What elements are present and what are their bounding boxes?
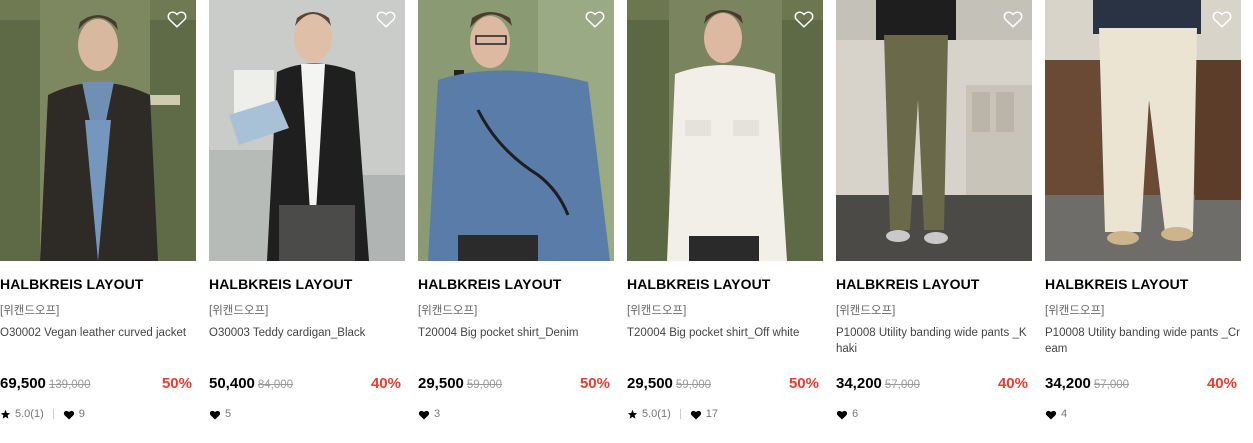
brand-name[interactable]: HALBKREIS LAYOUT xyxy=(1045,276,1188,292)
likes: 4 xyxy=(1045,408,1067,420)
product-name[interactable]: P10008 Utility banding wide pants _Cream xyxy=(1045,325,1241,357)
heart-filled-icon xyxy=(1045,410,1057,419)
product-card[interactable]: HALBKREIS LAYOUT [위캔드오프] O30003 Teddy ca… xyxy=(209,0,405,443)
original-price: 59,000 xyxy=(466,379,503,391)
promo-tag: [위캔드오프] xyxy=(0,305,60,317)
heart-filled-icon xyxy=(836,410,848,419)
heart-filled-icon xyxy=(209,410,221,419)
likes: 5 xyxy=(209,408,231,420)
sale-price: 29,500 xyxy=(418,375,464,392)
product-meta: 5 xyxy=(209,408,231,420)
product-image[interactable] xyxy=(0,0,196,261)
promo-tag: [위캔드오프] xyxy=(627,305,687,317)
rating: 5.0(1) xyxy=(627,408,671,420)
product-card[interactable]: HALBKREIS LAYOUT [위캔드오프] P10008 Utility … xyxy=(836,0,1032,443)
product-card[interactable]: HALBKREIS LAYOUT [위캔드오프] P10008 Utility … xyxy=(1045,0,1241,443)
price-block: 29,500 59,000 xyxy=(627,375,711,392)
product-meta: 4 xyxy=(1045,408,1067,420)
wishlist-heart-icon[interactable] xyxy=(166,8,188,30)
wishlist-heart-icon[interactable] xyxy=(1002,8,1024,30)
original-price: 57,000 xyxy=(884,379,921,391)
original-price: 84,000 xyxy=(257,379,294,391)
promo-tag: [위캔드오프] xyxy=(836,305,896,317)
product-photo xyxy=(627,0,823,261)
product-meta: 5.0(1) 9 xyxy=(0,408,85,420)
price-block: 69,500 139,000 xyxy=(0,375,90,392)
discount-rate: 50% xyxy=(579,375,610,392)
brand-name[interactable]: HALBKREIS LAYOUT xyxy=(627,276,770,292)
meta-divider xyxy=(52,409,54,419)
product-name[interactable]: O30003 Teddy cardigan_Black xyxy=(209,325,405,341)
product-photo xyxy=(418,0,614,261)
product-image[interactable] xyxy=(836,0,1032,261)
product-name[interactable]: P10008 Utility banding wide pants _Khaki xyxy=(836,325,1032,357)
likes-count: 3 xyxy=(434,408,441,420)
likes: 9 xyxy=(63,408,85,420)
product-image[interactable] xyxy=(418,0,614,261)
sale-price: 69,500 xyxy=(0,375,46,392)
product-card[interactable]: HALBKREIS LAYOUT [위캔드오프] O30002 Vegan le… xyxy=(0,0,196,443)
product-card[interactable]: HALBKREIS LAYOUT [위캔드오프] T20004 Big pock… xyxy=(418,0,614,443)
brand-name[interactable]: HALBKREIS LAYOUT xyxy=(836,276,979,292)
wishlist-heart-icon[interactable] xyxy=(793,8,815,30)
product-name[interactable]: T20004 Big pocket shirt_Denim xyxy=(418,325,614,341)
discount-rate: 40% xyxy=(1206,375,1237,392)
star-icon xyxy=(0,409,11,419)
promo-tag: [위캔드오프] xyxy=(1045,305,1105,317)
price-block: 50,400 84,000 xyxy=(209,375,293,392)
likes: 3 xyxy=(418,408,440,420)
product-photo xyxy=(1045,0,1241,261)
discount-rate: 40% xyxy=(370,375,401,392)
price-block: 34,200 57,000 xyxy=(836,375,920,392)
original-price: 139,000 xyxy=(48,379,91,391)
sale-price: 34,200 xyxy=(836,375,882,392)
product-photo xyxy=(209,0,405,261)
meta-divider xyxy=(679,409,681,419)
wishlist-heart-icon[interactable] xyxy=(584,8,606,30)
discount-rate: 40% xyxy=(997,375,1028,392)
heart-filled-icon xyxy=(690,410,701,419)
rating: 5.0(1) xyxy=(0,408,44,420)
sale-price: 50,400 xyxy=(209,375,255,392)
brand-name[interactable]: HALBKREIS LAYOUT xyxy=(209,276,352,292)
price-block: 34,200 57,000 xyxy=(1045,375,1129,392)
rating-value: 5.0(1) xyxy=(15,408,44,420)
sale-price: 34,200 xyxy=(1045,375,1091,392)
wishlist-heart-icon[interactable] xyxy=(1211,8,1233,30)
product-card[interactable]: HALBKREIS LAYOUT [위캔드오프] T20004 Big pock… xyxy=(627,0,823,443)
promo-tag: [위캔드오프] xyxy=(209,305,269,317)
brand-name[interactable]: HALBKREIS LAYOUT xyxy=(418,276,561,292)
likes-count: 6 xyxy=(852,408,859,420)
price-block: 29,500 59,000 xyxy=(418,375,502,392)
likes: 6 xyxy=(836,408,858,420)
likes-count: 9 xyxy=(78,408,85,420)
heart-filled-icon xyxy=(63,410,74,419)
promo-tag: [위캔드오프] xyxy=(418,305,478,317)
product-name[interactable]: O30002 Vegan leather curved jacket xyxy=(0,325,196,341)
discount-rate: 50% xyxy=(161,375,192,392)
product-image[interactable] xyxy=(209,0,405,261)
product-image[interactable] xyxy=(1045,0,1241,261)
product-photo xyxy=(0,0,196,261)
product-meta: 5.0(1) 17 xyxy=(627,408,718,420)
likes-count: 5 xyxy=(225,408,232,420)
sale-price: 29,500 xyxy=(627,375,673,392)
likes-count: 4 xyxy=(1061,408,1068,420)
discount-rate: 50% xyxy=(788,375,819,392)
likes: 17 xyxy=(690,408,718,420)
product-grid: HALBKREIS LAYOUT [위캔드오프] O30002 Vegan le… xyxy=(0,0,1253,443)
likes-count: 17 xyxy=(705,408,718,420)
product-photo xyxy=(836,0,1032,261)
product-name[interactable]: T20004 Big pocket shirt_Off white xyxy=(627,325,823,341)
wishlist-heart-icon[interactable] xyxy=(375,8,397,30)
original-price: 57,000 xyxy=(1093,379,1130,391)
product-image[interactable] xyxy=(627,0,823,261)
rating-value: 5.0(1) xyxy=(642,408,671,420)
star-icon xyxy=(627,409,638,419)
product-meta: 6 xyxy=(836,408,858,420)
original-price: 59,000 xyxy=(675,379,712,391)
brand-name[interactable]: HALBKREIS LAYOUT xyxy=(0,276,143,292)
heart-filled-icon xyxy=(418,410,430,419)
product-meta: 3 xyxy=(418,408,440,420)
